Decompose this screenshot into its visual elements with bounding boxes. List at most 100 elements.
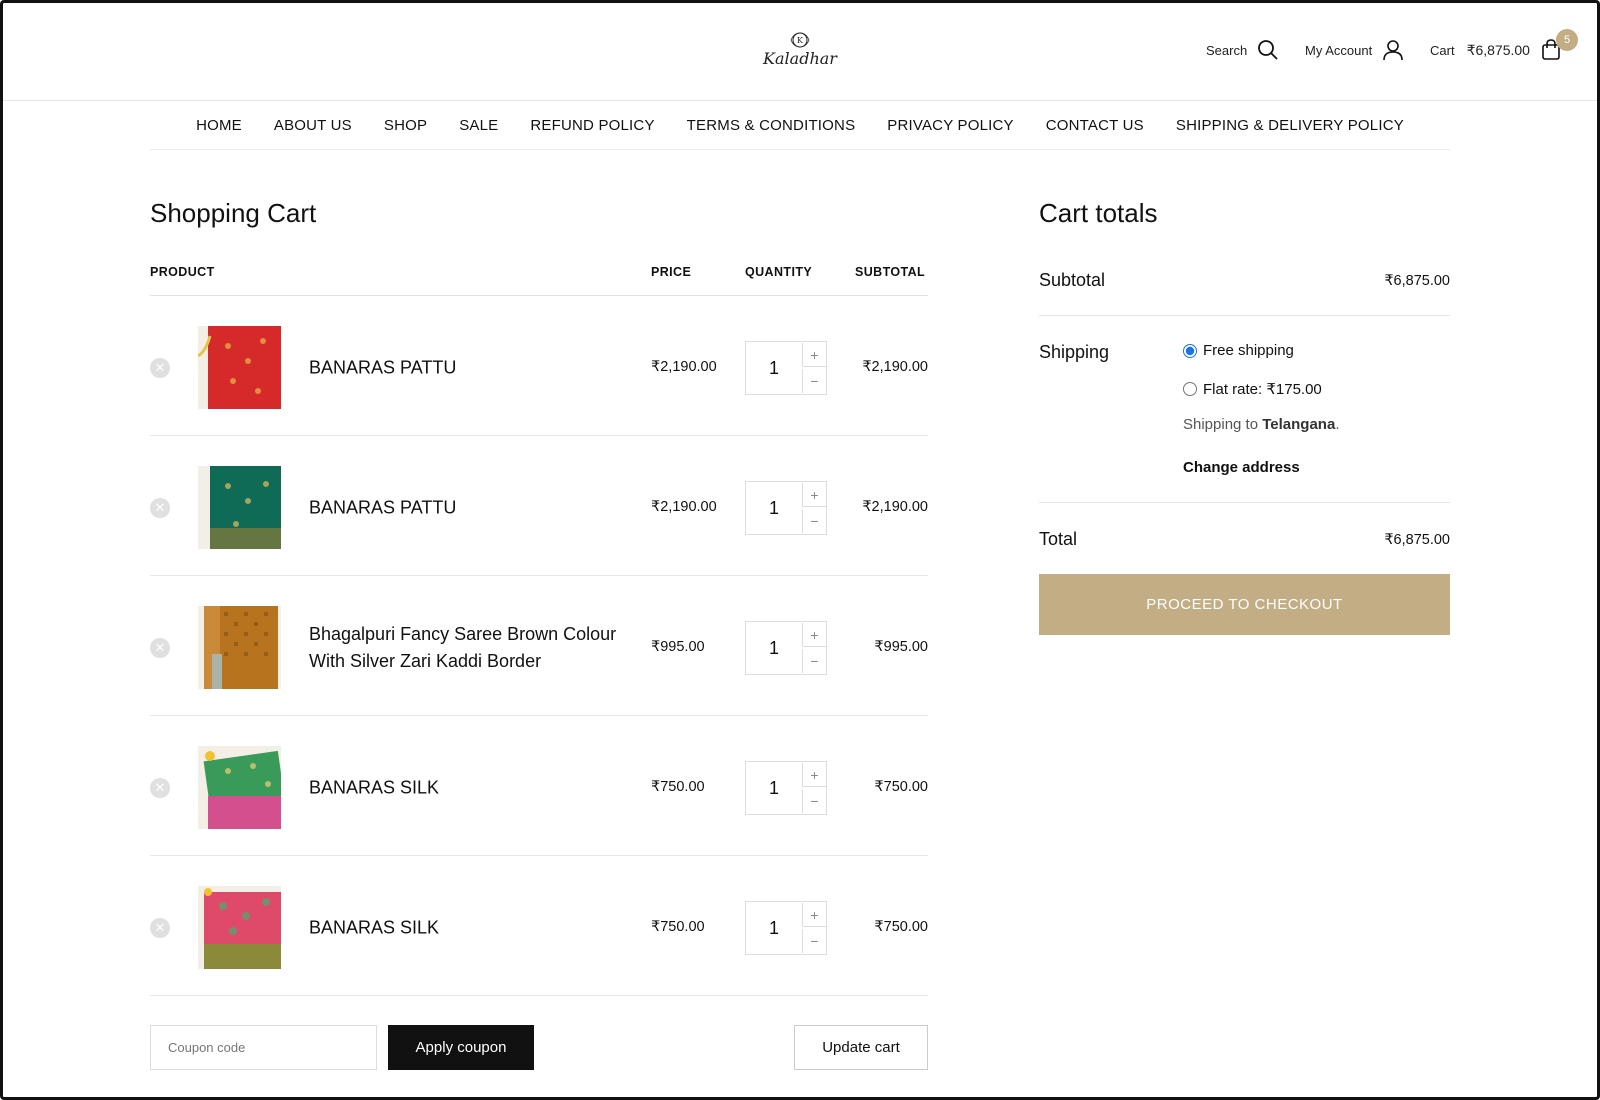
nav-sale[interactable]: SALE: [459, 117, 498, 134]
nav-shipping-delivery-policy[interactable]: SHIPPING & DELIVERY POLICY: [1176, 117, 1404, 134]
product-price: ₹995.00: [651, 639, 705, 655]
change-address-link[interactable]: Change address: [1183, 459, 1300, 476]
shipping-option-flat-rate[interactable]: Flat rate: ₹175.00: [1183, 380, 1322, 398]
quantity-input[interactable]: 1: [746, 902, 802, 954]
quantity-stepper: 1 + −: [745, 761, 827, 815]
remove-item-icon[interactable]: ✕: [150, 358, 170, 378]
product-subtotal: ₹750.00: [874, 779, 928, 795]
shipping-to-prefix: Shipping to: [1183, 416, 1263, 433]
nav-privacy-policy[interactable]: PRIVACY POLICY: [887, 117, 1013, 134]
quantity-stepper: 1 + −: [745, 621, 827, 675]
product-price: ₹2,190.00: [651, 359, 717, 375]
quantity-input[interactable]: 1: [746, 482, 802, 534]
svg-text:K: K: [797, 36, 804, 45]
header-search[interactable]: Search: [1206, 39, 1279, 61]
nav-shop[interactable]: SHOP: [384, 117, 427, 134]
site-header: K Kaladhar Search My Account Cart ₹6,875…: [3, 3, 1597, 101]
quantity-decrease-button[interactable]: −: [802, 649, 826, 673]
column-header-price: PRICE: [651, 265, 692, 279]
quantity-input[interactable]: 1: [746, 622, 802, 674]
product-subtotal: ₹2,190.00: [862, 499, 928, 515]
product-name[interactable]: BANARAS PATTU: [309, 355, 629, 382]
product-name[interactable]: BANARAS SILK: [309, 915, 629, 942]
proceed-to-checkout-button[interactable]: PROCEED TO CHECKOUT: [1039, 574, 1450, 635]
totals-divider: [1039, 315, 1450, 316]
cart-title: Shopping Cart: [150, 198, 317, 228]
flat-rate-label: Flat rate: ₹175.00: [1203, 381, 1322, 398]
quantity-decrease-button[interactable]: −: [802, 509, 826, 533]
nav-contact-us[interactable]: CONTACT US: [1046, 117, 1144, 134]
product-price: ₹750.00: [651, 919, 705, 935]
cart-totals-title: Cart totals: [1039, 198, 1158, 228]
logo-text: Kaladhar: [763, 49, 837, 68]
cart-label: Cart: [1430, 42, 1455, 58]
quantity-increase-button[interactable]: +: [802, 483, 826, 507]
cart-row: ✕ BANARAS SILK ₹750.00 1 + − ₹750.00: [150, 716, 928, 856]
subtotal-label: Subtotal: [1039, 270, 1106, 290]
shipping-label: Shipping: [1039, 342, 1110, 362]
product-name[interactable]: BANARAS SILK: [309, 775, 629, 802]
shipping-region: Telangana: [1262, 416, 1336, 433]
product-name[interactable]: Bhagalpuri Fancy Saree Brown Colour With…: [309, 621, 629, 675]
shipping-option-free[interactable]: Free shipping: [1183, 342, 1294, 359]
apply-coupon-button[interactable]: Apply coupon: [388, 1025, 534, 1070]
nav-about-us[interactable]: ABOUT US: [274, 117, 352, 134]
quantity-increase-button[interactable]: +: [802, 903, 826, 927]
product-subtotal: ₹995.00: [874, 639, 928, 655]
quantity-increase-button[interactable]: +: [802, 763, 826, 787]
nav-home[interactable]: HOME: [196, 117, 242, 134]
cart-amount: ₹6,875.00: [1466, 41, 1530, 58]
header-account[interactable]: My Account: [1305, 39, 1404, 61]
search-icon[interactable]: [1257, 39, 1279, 61]
free-shipping-label: Free shipping: [1203, 342, 1294, 359]
nav-refund-policy[interactable]: REFUND POLICY: [530, 117, 654, 134]
remove-item-icon[interactable]: ✕: [150, 778, 170, 798]
main-nav: HOME ABOUT US SHOP SALE REFUND POLICY TE…: [150, 101, 1450, 150]
product-thumbnail[interactable]: [198, 886, 281, 969]
product-subtotal: ₹2,190.00: [862, 359, 928, 375]
product-name[interactable]: BANARAS PATTU: [309, 495, 629, 522]
cart-row: ✕ BANARAS PATTU ₹2,190.00 1 + − ₹2,190.0…: [150, 436, 928, 576]
column-header-quantity: QUANTITY: [745, 265, 813, 279]
free-shipping-radio[interactable]: [1183, 343, 1197, 358]
remove-item-icon[interactable]: ✕: [150, 498, 170, 518]
remove-item-icon[interactable]: ✕: [150, 918, 170, 938]
quantity-input[interactable]: 1: [746, 342, 802, 394]
quantity-increase-button[interactable]: +: [802, 623, 826, 647]
quantity-decrease-button[interactable]: −: [802, 929, 826, 953]
product-thumbnail[interactable]: [198, 746, 281, 829]
quantity-stepper: 1 + −: [745, 901, 827, 955]
cart-count-badge: 5: [1556, 29, 1578, 51]
quantity-input[interactable]: 1: [746, 762, 802, 814]
nav-terms-conditions[interactable]: TERMS & CONDITIONS: [687, 117, 856, 134]
update-cart-button[interactable]: Update cart: [794, 1025, 928, 1070]
cart-row: ✕ Bhagalpuri Fancy Saree Brown Colour Wi…: [150, 576, 928, 716]
user-icon[interactable]: [1382, 39, 1404, 61]
product-thumbnail[interactable]: [198, 606, 281, 689]
quantity-increase-button[interactable]: +: [802, 343, 826, 367]
subtotal-value: ₹6,875.00: [1384, 273, 1450, 289]
shipping-to-suffix: .: [1335, 416, 1340, 433]
product-subtotal: ₹750.00: [874, 919, 928, 935]
coupon-code-input[interactable]: [150, 1025, 377, 1070]
quantity-decrease-button[interactable]: −: [802, 369, 826, 393]
column-header-subtotal: SUBTOTAL: [855, 265, 926, 279]
total-value: ₹6,875.00: [1384, 532, 1450, 548]
product-thumbnail[interactable]: [198, 466, 281, 549]
totals-divider: [1039, 502, 1450, 503]
cart-row: ✕ BANARAS SILK ₹750.00 1 + − ₹750.00: [150, 856, 928, 996]
account-label: My Account: [1305, 42, 1373, 58]
product-price: ₹750.00: [651, 779, 705, 795]
total-label: Total: [1039, 529, 1078, 549]
crest-icon: K: [790, 32, 810, 48]
product-thumbnail[interactable]: [198, 326, 281, 409]
remove-item-icon[interactable]: ✕: [150, 638, 170, 658]
quantity-decrease-button[interactable]: −: [802, 789, 826, 813]
header-cart[interactable]: Cart ₹6,875.00: [1430, 39, 1562, 61]
search-label: Search: [1206, 42, 1248, 58]
flat-rate-radio[interactable]: [1183, 382, 1197, 396]
quantity-stepper: 1 + −: [745, 341, 827, 395]
product-price: ₹2,190.00: [651, 499, 717, 515]
site-logo[interactable]: K Kaladhar: [755, 29, 845, 68]
quantity-stepper: 1 + −: [745, 481, 827, 535]
